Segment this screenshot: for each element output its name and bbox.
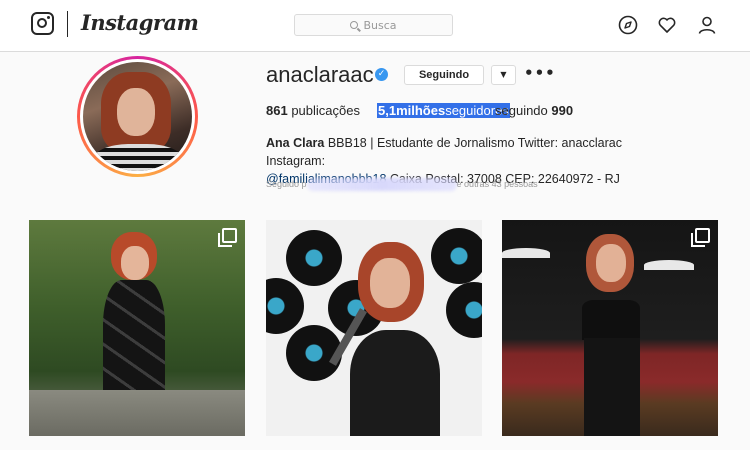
post3-lamp (502, 248, 550, 258)
post2-vinyl-record (431, 228, 482, 284)
multiple-photos-icon (691, 228, 710, 247)
avatar-border (80, 59, 195, 174)
post-thumbnail-1[interactable] (29, 220, 245, 436)
posts-label: publicações (291, 103, 360, 118)
following-count: 990 (551, 103, 574, 118)
profile-username: anaclaraac (266, 62, 374, 87)
post2-vinyl-record (266, 278, 304, 334)
followed-by-text[interactable]: Seguido p e outras 43 pessoas (266, 178, 538, 191)
followed-by-prefix: Seguido p (266, 178, 307, 189)
bio-full-name: Ana Clara (266, 136, 325, 150)
compass-icon[interactable] (618, 15, 638, 35)
multiple-photos-icon (218, 228, 237, 247)
avatar-shirt-shape (93, 144, 183, 171)
instagram-camera-icon[interactable] (31, 12, 54, 35)
post2-vinyl-record (286, 230, 342, 286)
suggestions-dropdown-button[interactable]: ▼ (491, 65, 516, 85)
followers-count: 5,1milhões (378, 103, 446, 118)
post1-ground (29, 390, 245, 436)
post3-skirt (584, 338, 640, 436)
instagram-wordmark[interactable]: Instagram (81, 10, 199, 35)
post3-top (582, 300, 640, 340)
post3-lamp (644, 260, 694, 270)
heart-icon[interactable] (657, 15, 677, 35)
verified-badge-icon: ✓ (375, 68, 388, 81)
followed-by-suffix: e outras 43 pessoas (456, 178, 538, 189)
logo-divider (67, 11, 68, 37)
followers-stat[interactable]: 5,1milhõesseguidores (377, 103, 510, 118)
search-placeholder: Busca (363, 18, 397, 32)
post3-face (596, 244, 626, 282)
post-thumbnail-2[interactable] (266, 220, 482, 436)
user-icon[interactable] (697, 15, 717, 35)
search-input[interactable]: Busca (294, 14, 453, 36)
avatar-photo (83, 62, 192, 171)
following-label: seguindo (495, 103, 548, 118)
avatar-face-shape (117, 88, 155, 136)
more-options-icon[interactable]: ••• (524, 64, 556, 82)
top-navigation-bar: Instagram Busca (0, 0, 750, 52)
posts-count: 861 (266, 103, 288, 118)
post2-vinyl-record (446, 282, 482, 338)
posts-stat: 861 publicações (266, 103, 360, 118)
profile-avatar[interactable] (77, 56, 198, 177)
following-button[interactable]: Seguindo (404, 65, 484, 85)
post1-face (121, 246, 149, 280)
post-thumbnail-3[interactable] (502, 220, 718, 436)
post2-dress (350, 330, 440, 436)
following-stat[interactable]: seguindo 990 (495, 103, 573, 118)
search-icon (350, 21, 359, 29)
blurred-names (306, 178, 457, 191)
post2-face (370, 258, 410, 308)
